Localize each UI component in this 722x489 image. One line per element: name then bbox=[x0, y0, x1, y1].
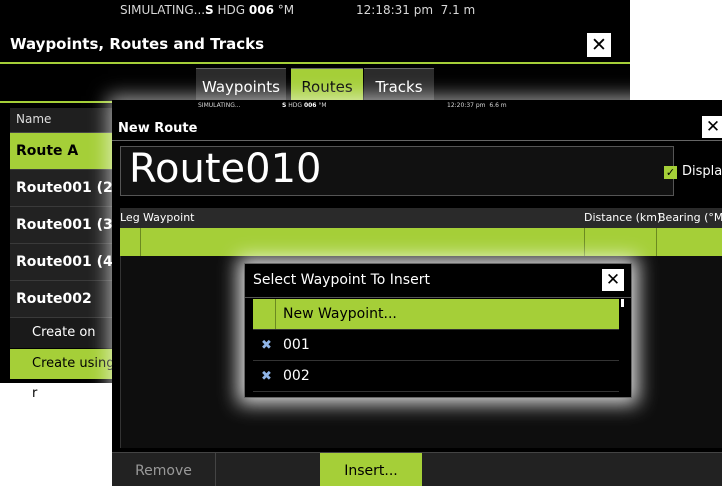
column-header-waypoint: Waypoint bbox=[143, 211, 195, 224]
heading-value: 006 bbox=[248, 3, 274, 17]
waypoint-label: 001 bbox=[283, 337, 310, 353]
heading-label: HDG bbox=[217, 3, 246, 17]
list-item[interactable]: Route001 (4) bbox=[10, 244, 122, 281]
window-title: Waypoints, Routes and Tracks bbox=[10, 35, 265, 53]
heading-readout: S HDG 006 °M bbox=[205, 3, 294, 17]
close-icon: ✕ bbox=[591, 34, 607, 56]
list-item[interactable]: Route001 (3) bbox=[10, 207, 122, 244]
column-divider bbox=[140, 228, 141, 256]
tab-waypoints[interactable]: Waypoints bbox=[196, 68, 286, 101]
column-header-leg: Leg bbox=[120, 211, 140, 224]
heading-unit: °M bbox=[277, 3, 295, 17]
title-bar: New Route ✕ bbox=[112, 114, 722, 141]
list-item[interactable]: Route A bbox=[10, 133, 122, 170]
column-header-distance: Distance (km) bbox=[584, 211, 662, 224]
list-item[interactable]: Route001 (2) bbox=[10, 170, 122, 207]
depth-value: 7.1 m bbox=[440, 3, 476, 17]
list-item[interactable]: ✖ 002 bbox=[253, 361, 619, 392]
insert-button[interactable]: Insert... bbox=[320, 453, 422, 486]
status-bar: SIMULATING... S HDG 006 °M 12:18:31 pm 7… bbox=[0, 0, 630, 20]
window-title: New Route bbox=[118, 121, 198, 136]
dialog-title: Select Waypoint To Insert bbox=[253, 272, 430, 288]
route-table-header: Leg Waypoint Distance (km) Bearing (°M) bbox=[120, 208, 722, 229]
table-row[interactable] bbox=[120, 228, 722, 256]
display-checkbox[interactable]: ✓ Display bbox=[664, 164, 722, 182]
column-header-bearing: Bearing (°M) bbox=[658, 211, 722, 224]
close-button[interactable]: ✕ bbox=[602, 269, 624, 291]
route-name-value: Route010 bbox=[129, 146, 322, 192]
bottom-button-bar: Remove Insert... bbox=[112, 452, 722, 486]
heading-readout: S HDG 006 °M bbox=[282, 102, 327, 109]
create-using-menu-item[interactable]: Create using r bbox=[10, 349, 120, 401]
time-depth-readout: 12:20:37 pm 6.6 m bbox=[447, 102, 507, 109]
tab-routes[interactable]: Routes bbox=[291, 68, 363, 101]
simulating-indicator: SIMULATING... bbox=[120, 3, 206, 17]
select-waypoint-dialog: Select Waypoint To Insert ✕ New Waypoint… bbox=[244, 263, 632, 398]
depth-value: 6.6 m bbox=[489, 102, 507, 109]
heading-prefix: S bbox=[205, 3, 214, 17]
waypoint-icon: ✖ bbox=[261, 369, 272, 384]
column-divider bbox=[275, 299, 276, 329]
tab-tracks[interactable]: Tracks bbox=[364, 68, 434, 101]
display-label: Display bbox=[682, 164, 722, 179]
simulating-indicator: SIMULATING... bbox=[198, 102, 241, 109]
title-bar: Waypoints, Routes and Tracks ✕ bbox=[0, 26, 630, 64]
close-button[interactable]: ✕ bbox=[702, 116, 722, 138]
list-item[interactable]: Route002 bbox=[10, 281, 122, 318]
status-bar: SIMULATING... S HDG 006 °M 12:20:37 pm 6… bbox=[112, 100, 722, 112]
heading-label: HDG bbox=[288, 102, 303, 109]
waypoint-icon: ✖ bbox=[261, 338, 272, 353]
clock: 12:20:37 pm bbox=[447, 102, 486, 109]
heading-unit: °M bbox=[318, 102, 327, 109]
heading-value: 006 bbox=[303, 102, 317, 109]
close-icon: ✕ bbox=[705, 117, 721, 137]
list-item[interactable]: ✖ 001 bbox=[253, 330, 619, 361]
checkmark-icon: ✓ bbox=[664, 166, 677, 179]
column-divider bbox=[656, 228, 657, 256]
close-icon: ✕ bbox=[605, 270, 621, 290]
new-waypoint-label: New Waypoint... bbox=[283, 306, 397, 322]
scrollbar[interactable] bbox=[621, 299, 624, 307]
heading-prefix: S bbox=[282, 102, 287, 109]
dialog-divider bbox=[245, 297, 631, 298]
close-button[interactable]: ✕ bbox=[587, 33, 611, 57]
clock: 12:18:31 pm bbox=[356, 3, 434, 17]
column-header-name: Name bbox=[10, 108, 122, 133]
column-divider bbox=[584, 228, 585, 256]
remove-button[interactable]: Remove bbox=[112, 453, 216, 486]
route-name-field[interactable]: Route010 bbox=[120, 146, 674, 196]
waypoint-label: 002 bbox=[283, 368, 310, 384]
create-on-chart-menu-item[interactable]: Create on cha bbox=[10, 318, 120, 370]
route-list: Name Route A Route001 (2) Route001 (3) R… bbox=[10, 108, 122, 318]
time-depth-readout: 12:18:31 pm 7.1 m bbox=[356, 3, 475, 17]
list-item[interactable]: New Waypoint... bbox=[253, 299, 619, 330]
